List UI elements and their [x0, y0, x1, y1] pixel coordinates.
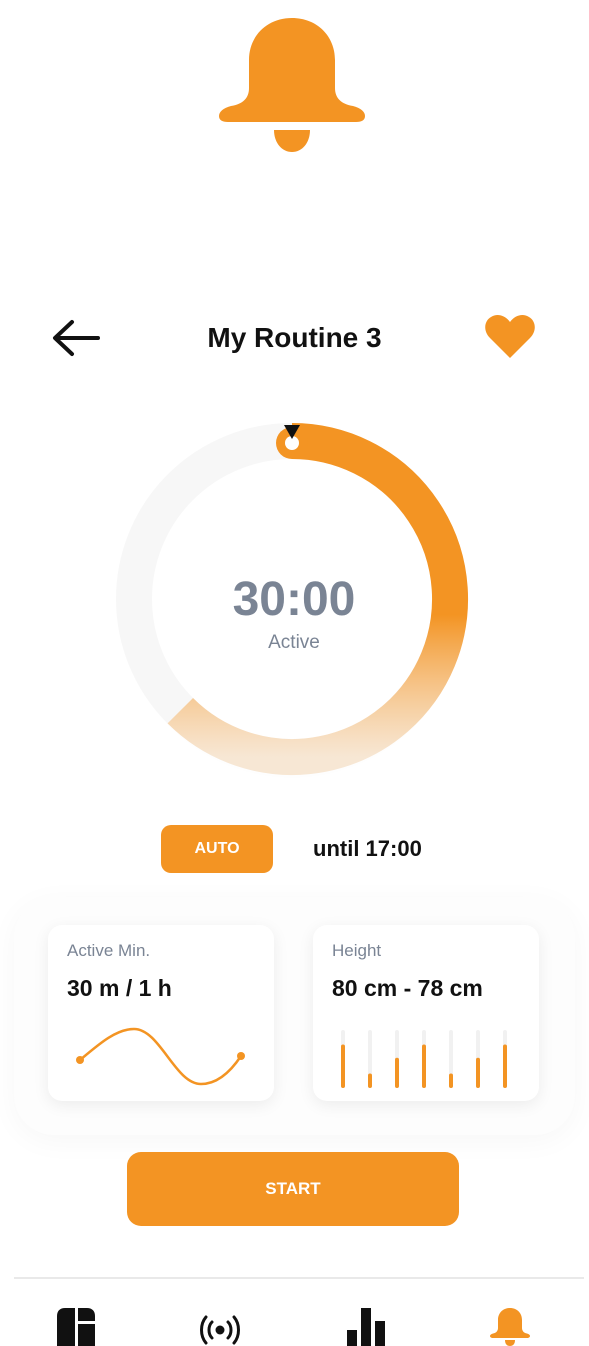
height-bar	[341, 1044, 345, 1088]
height-bar	[395, 1057, 399, 1088]
timer-time: 30:00	[232, 573, 356, 626]
broadcast-icon[interactable]	[200, 1308, 240, 1346]
height-bar	[422, 1044, 426, 1088]
height-card[interactable]: Height 80 cm - 78 cm	[313, 925, 539, 1101]
active-minutes-card[interactable]: Active Min. 30 m / 1 h	[48, 925, 274, 1101]
wave-graph-icon	[76, 1027, 245, 1086]
bell-icon[interactable]	[490, 1308, 530, 1346]
height-bar	[476, 1057, 480, 1088]
timer-status: Active	[268, 632, 320, 653]
dashboard-icon[interactable]	[57, 1308, 95, 1346]
card-value: 80 cm - 78 cm	[332, 975, 483, 1001]
timer-dial: 30:00 Active	[104, 412, 484, 792]
bell-icon	[219, 18, 365, 152]
height-bar	[503, 1044, 507, 1088]
height-bar	[449, 1073, 453, 1088]
until-time-text: until 17:00	[313, 836, 422, 861]
height-bar	[368, 1073, 372, 1088]
start-button[interactable]: START	[127, 1152, 459, 1226]
auto-mode-button[interactable]: AUTO	[161, 825, 273, 873]
bar-chart-icon[interactable]	[347, 1308, 385, 1346]
card-value: 30 m / 1 h	[67, 975, 172, 1001]
heart-icon[interactable]	[484, 313, 536, 361]
nav-divider	[14, 1277, 584, 1279]
card-label: Height	[332, 941, 382, 960]
height-bars-graph	[341, 1030, 507, 1088]
card-label: Active Min.	[67, 941, 151, 960]
